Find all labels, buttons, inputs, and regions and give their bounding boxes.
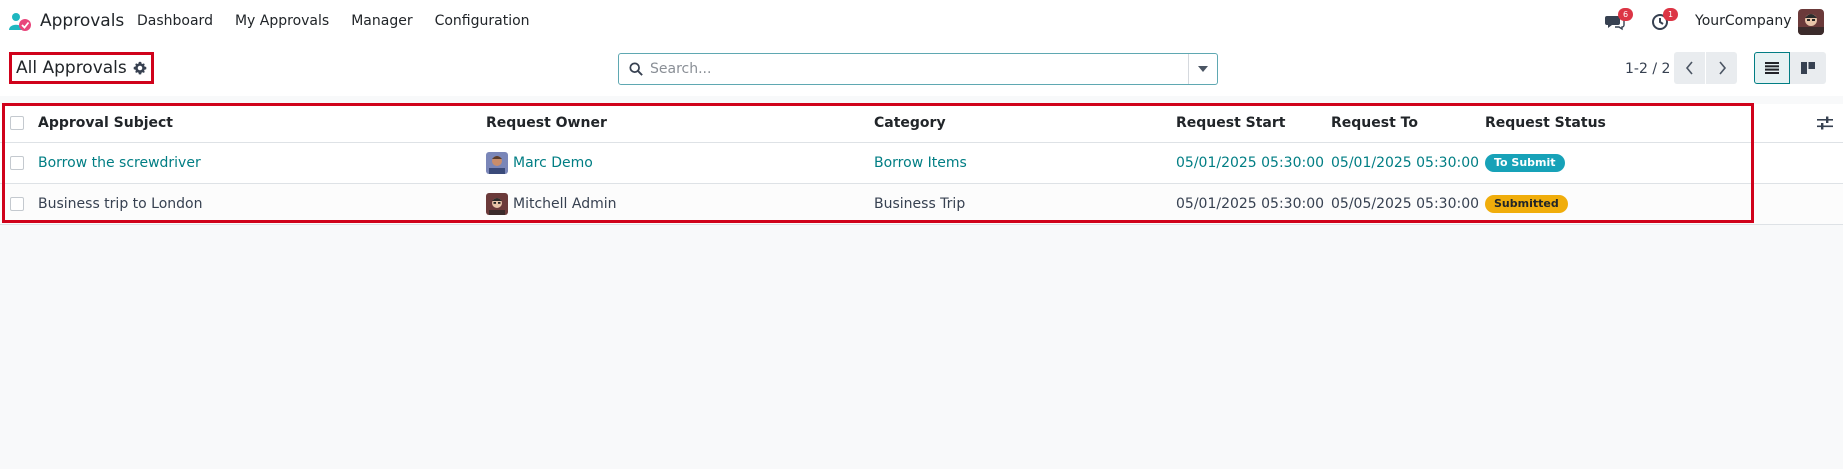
search-options-toggle[interactable] <box>1188 54 1217 84</box>
row-checkbox[interactable] <box>10 197 24 211</box>
owner-avatar-image <box>486 152 508 174</box>
menu-item-manager[interactable]: Manager <box>351 13 412 29</box>
approvals-app-icon[interactable] <box>8 10 32 34</box>
column-header-request-to[interactable]: Request To <box>1331 104 1418 142</box>
caret-down-icon <box>1198 66 1208 72</box>
owner-name[interactable]: Marc Demo <box>513 155 593 171</box>
status-badge: Submitted <box>1485 195 1568 213</box>
app-title[interactable]: Approvals <box>40 11 124 31</box>
company-switcher[interactable]: YourCompany <box>1695 13 1792 29</box>
request-to: 05/01/2025 05:30:00 <box>1331 155 1480 171</box>
list-view-button[interactable] <box>1754 52 1790 84</box>
table-header: Approval Subject Request Owner Category … <box>0 104 1843 143</box>
owner-avatar-image <box>486 193 508 215</box>
page-title: All Approvals <box>16 58 127 78</box>
optional-columns-icon[interactable] <box>1817 116 1833 130</box>
approvals-list: Approval Subject Request Owner Category … <box>0 104 1843 225</box>
user-avatar[interactable] <box>1798 9 1824 35</box>
owner-avatar <box>486 152 508 174</box>
menu-item-dashboard[interactable]: Dashboard <box>137 13 213 29</box>
activities-button[interactable]: 1 <box>1650 8 1678 32</box>
request-start: 05/01/2025 05:30:00 <box>1176 155 1325 171</box>
top-navbar: Approvals Dashboard My Approvals Manager… <box>0 0 1843 44</box>
column-header-owner[interactable]: Request Owner <box>486 104 607 142</box>
chevron-right-icon <box>1718 61 1726 75</box>
messages-button[interactable]: 6 <box>1605 8 1633 32</box>
row-checkbox[interactable] <box>10 156 24 170</box>
kanban-view-button[interactable] <box>1790 52 1826 84</box>
search-icon <box>629 62 643 76</box>
column-header-request-status[interactable]: Request Status <box>1485 104 1606 142</box>
table-row[interactable]: Business trip to London Mitchell Admin B… <box>0 184 1843 225</box>
control-panel: All Approvals 1-2 / 2 <box>0 44 1843 96</box>
pager-value[interactable]: 1-2 / 2 <box>1625 61 1670 77</box>
chevron-left-icon <box>1685 61 1693 75</box>
approval-subject[interactable]: Business trip to London <box>38 184 202 224</box>
pager-previous-button[interactable] <box>1674 52 1705 84</box>
status-badge: To Submit <box>1485 154 1565 172</box>
search-bar <box>618 53 1218 85</box>
user-avatar-image <box>1798 9 1824 35</box>
category-link[interactable]: Business Trip <box>874 184 965 224</box>
column-header-category[interactable]: Category <box>874 104 946 142</box>
column-header-request-start[interactable]: Request Start <box>1176 104 1285 142</box>
table-row[interactable]: Borrow the screwdriver Marc Demo Borrow … <box>0 143 1843 184</box>
menu-item-my-approvals[interactable]: My Approvals <box>235 13 329 29</box>
messages-count-badge: 6 <box>1618 8 1633 21</box>
main-menu: Dashboard My Approvals Manager Configura… <box>137 13 552 29</box>
pager-next-button[interactable] <box>1706 52 1737 84</box>
menu-item-configuration[interactable]: Configuration <box>435 13 530 29</box>
activities-count-badge: 1 <box>1663 8 1678 21</box>
approval-subject[interactable]: Borrow the screwdriver <box>38 143 201 183</box>
category-link[interactable]: Borrow Items <box>874 143 967 183</box>
request-start: 05/01/2025 05:30:00 <box>1176 196 1325 212</box>
request-to: 05/05/2025 05:30:00 <box>1331 196 1480 212</box>
column-header-subject[interactable]: Approval Subject <box>38 104 173 142</box>
owner-name[interactable]: Mitchell Admin <box>513 196 617 212</box>
list-view-icon <box>1765 62 1779 74</box>
search-input[interactable] <box>650 54 1205 84</box>
gear-icon[interactable] <box>133 61 147 75</box>
select-all-checkbox[interactable] <box>10 116 24 130</box>
breadcrumb: All Approvals <box>9 52 154 84</box>
owner-avatar <box>486 193 508 215</box>
kanban-view-icon <box>1801 62 1815 74</box>
